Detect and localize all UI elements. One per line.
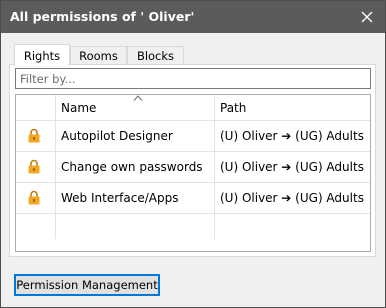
column-header-path-label: Path: [220, 101, 247, 115]
permissions-dialog: All permissions of ' Oliver' Rights Room…: [0, 0, 386, 308]
lock-icon: [28, 159, 40, 174]
title-bar[interactable]: All permissions of ' Oliver': [1, 1, 385, 33]
grid-header: Name Path: [16, 95, 370, 121]
column-header-path[interactable]: Path: [215, 95, 370, 121]
row-path: (U) Oliver ➔ (UG) Adults: [220, 129, 364, 143]
row-name: Web Interface/Apps: [61, 191, 179, 205]
row-path: (U) Oliver ➔ (UG) Adults: [220, 160, 364, 174]
window-title: All permissions of ' Oliver': [10, 9, 195, 24]
column-header-name-label: Name: [61, 101, 97, 115]
permissions-grid: Name Path Autopilot Designer (U) Oliver …: [15, 94, 371, 252]
tab-blocks[interactable]: Blocks: [127, 46, 184, 65]
row-name: Autopilot Designer: [61, 129, 173, 143]
sort-ascending-icon: [133, 95, 143, 101]
lock-icon: [28, 128, 40, 143]
row-path: (U) Oliver ➔ (UG) Adults: [220, 191, 364, 205]
row-name: Change own passwords: [61, 160, 203, 174]
close-icon: [361, 11, 373, 23]
table-row[interactable]: Change own passwords (U) Oliver ➔ (UG) A…: [16, 152, 370, 182]
tab-rooms[interactable]: Rooms: [70, 46, 127, 65]
column-header-name[interactable]: Name: [56, 95, 215, 121]
column-header-icon[interactable]: [16, 95, 56, 121]
row-divider: [16, 213, 370, 214]
filter-input[interactable]: [15, 68, 371, 89]
close-button[interactable]: [349, 1, 385, 33]
lock-icon: [28, 190, 40, 205]
permission-management-button[interactable]: Permission Management: [14, 274, 160, 296]
table-row[interactable]: Autopilot Designer (U) Oliver ➔ (UG) Adu…: [16, 121, 370, 151]
table-row[interactable]: Web Interface/Apps (U) Oliver ➔ (UG) Adu…: [16, 183, 370, 213]
rights-tab-panel: Name Path Autopilot Designer (U) Oliver …: [9, 64, 376, 257]
tab-rights[interactable]: Rights: [14, 44, 70, 66]
